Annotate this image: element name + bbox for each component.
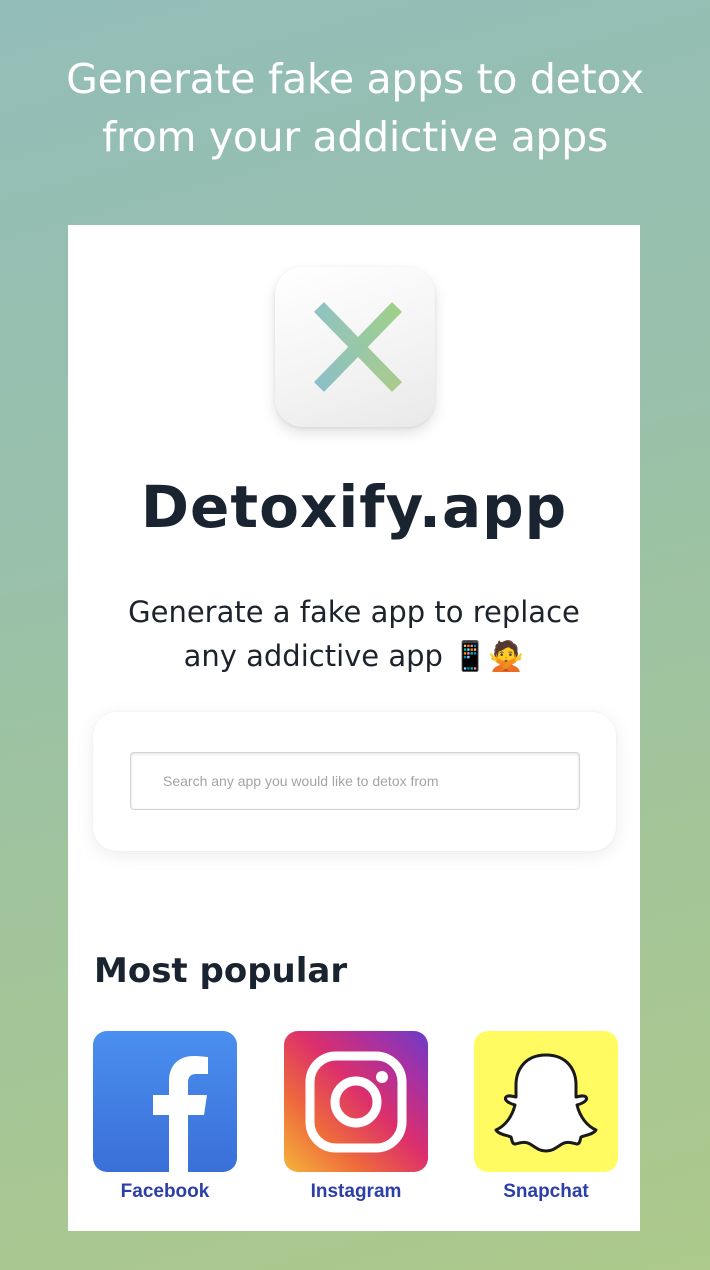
instagram-label[interactable]: Instagram: [284, 1181, 428, 1203]
facebook-label[interactable]: Facebook: [93, 1181, 237, 1203]
popular-app-instagram[interactable]: Instagram: [284, 1031, 428, 1203]
snapchat-label[interactable]: Snapchat: [474, 1181, 618, 1203]
search-card: [93, 712, 616, 851]
promo-headline-line-2: from your addictive apps: [101, 113, 609, 161]
instagram-tile[interactable]: [284, 1031, 428, 1172]
search-input[interactable]: [130, 752, 580, 810]
phone-screen: Detoxify.app Generate a fake app to repl…: [68, 225, 640, 1231]
promo-headline-line-1: Generate fake apps to detox: [66, 55, 644, 103]
tagline-line-1: Generate a fake app to replace: [128, 595, 580, 629]
x-mark-icon: [313, 302, 403, 392]
tagline-line-2: any addictive app 📱🙅: [183, 639, 525, 673]
popular-app-snapchat[interactable]: Snapchat: [474, 1031, 618, 1203]
snapchat-tile[interactable]: [474, 1031, 618, 1172]
instagram-icon: [305, 1051, 407, 1153]
promo-headline: Generate fake apps to detox from your ad…: [0, 50, 710, 166]
snapchat-icon: [494, 1053, 598, 1153]
app-title: Detoxify.app: [140, 473, 568, 541]
popular-app-facebook[interactable]: Facebook: [93, 1031, 237, 1203]
app-logo: [275, 267, 435, 427]
tagline: Generate a fake app to replace any addic…: [88, 590, 620, 678]
facebook-tile[interactable]: [93, 1031, 237, 1172]
most-popular-heading: Most popular: [94, 951, 348, 991]
facebook-icon: [153, 1056, 208, 1172]
